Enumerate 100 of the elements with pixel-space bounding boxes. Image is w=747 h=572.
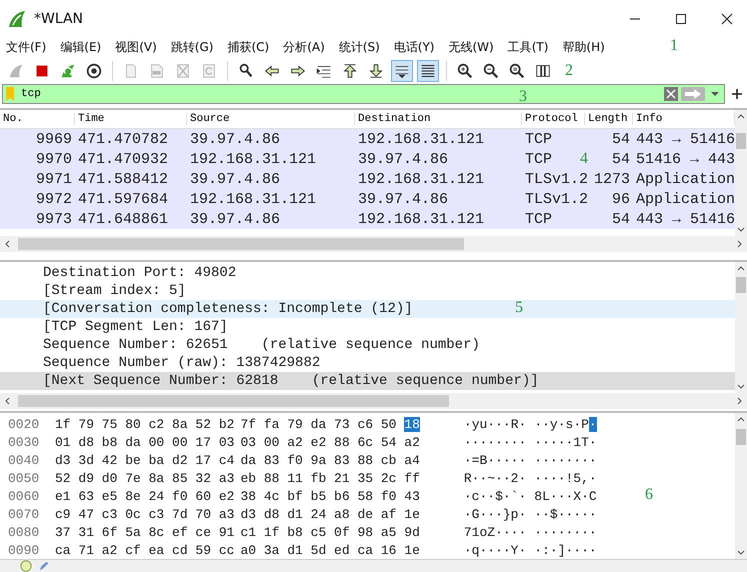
ascii-bytes[interactable]: ··$····· [534, 506, 597, 522]
status-circle-icon[interactable] [20, 560, 32, 572]
vertical-scrollbar[interactable] [735, 110, 747, 236]
hex-bytes[interactable]: c9 47 c3 0c c3 7d 70 a3 [55, 506, 234, 522]
hex-bytes[interactable]: 1f 79 75 80 c2 8a 52 b2 [55, 416, 234, 432]
ascii-bytes[interactable]: ········ [534, 452, 597, 468]
byte-offset: 0040 [7, 452, 40, 468]
detail-row[interactable]: [Stream index: 5] [0, 282, 735, 300]
hex-bytes[interactable]: d3 d8 d1 24 a8 de af 1e [240, 506, 420, 522]
add-icon[interactable] [731, 88, 743, 100]
scroll-thumb[interactable] [18, 395, 450, 408]
ascii-bytes[interactable]: ····!5,· [534, 470, 597, 486]
detail-text: [Conversation completeness: Incomplete (12)] [43, 300, 413, 317]
detail-row[interactable]: Sequence Number (raw): 1387429882 [0, 354, 735, 372]
hex-bytes[interactable]: 37 31 6f 5a 8c ef ce 91 [55, 524, 234, 540]
scroll-thumb[interactable] [18, 238, 464, 250]
scroll-thumb[interactable] [736, 429, 746, 446]
menu-item[interactable]: 编辑(E) [60, 38, 102, 56]
column-header[interactable]: Time [75, 113, 187, 126]
menu-item[interactable]: 工具(T) [508, 38, 548, 56]
annotation-number: 5 [515, 298, 523, 317]
vertical-scrollbar[interactable] [735, 262, 747, 394]
vertical-scrollbar[interactable] [735, 413, 747, 560]
detail-text: Destination Port: 49802 [43, 264, 236, 281]
ascii-bytes[interactable]: R··~··2· [464, 470, 526, 486]
edit-icon[interactable] [38, 560, 50, 572]
column-header[interactable]: Length [585, 113, 633, 126]
detail-row[interactable]: Sequence Number: 62651 (relative sequence number) [0, 336, 735, 354]
packet-row[interactable]: 9973 471.648861 39.97.4.86 192.168.31.121 TCP 54 443 → 51416 [0, 209, 735, 230]
maximize-button[interactable] [675, 12, 687, 25]
clear-icon[interactable] [664, 87, 678, 102]
menu-item[interactable]: 电话(Y) [394, 38, 434, 56]
byte-offset: 0060 [7, 488, 40, 504]
close-button[interactable] [721, 12, 733, 25]
horizontal-scrollbar[interactable] [0, 393, 747, 410]
annotation-number: 6 [645, 486, 653, 504]
packet-row[interactable]: 9969 471.470782 39.97.4.86 192.168.31.121 TCP 54 443 → 51416 [0, 129, 735, 150]
ascii-bytes[interactable]: ·:·]···· [534, 542, 597, 558]
hex-bytes[interactable]: eb 88 11 fb 21 35 2c ff [240, 470, 420, 486]
detail-row[interactable]: [Conversation completeness: Incomplete (12)] 5 [0, 300, 735, 318]
hex-bytes[interactable]: 01 d8 b8 da 00 00 17 03 [55, 434, 234, 450]
menu-item[interactable]: 帮助(H) [562, 38, 605, 56]
byte-offset: 0080 [7, 524, 40, 540]
ascii-bytes[interactable]: 8L···X·C [534, 488, 597, 504]
column-header[interactable]: No. [0, 113, 75, 126]
selected-byte[interactable]: 18 [404, 416, 420, 432]
hex-bytes[interactable]: a0 3a d1 5d ed ca 16 1e [240, 542, 420, 558]
detail-row[interactable]: [Next Sequence Number: 62818 (relative sequence number)] [0, 372, 735, 390]
hex-bytes[interactable]: ca 71 a2 cf ea cd 59 cc [55, 542, 234, 558]
ascii-bytes[interactable]: ·c··$·`· [464, 488, 526, 504]
hex-bytes[interactable]: c1 1f b8 c5 0f 98 a5 9d [240, 524, 420, 540]
hex-bytes[interactable]: 52 d9 d0 7e 8a 85 32 a3 [55, 470, 234, 486]
byte-offset: 0070 [7, 506, 40, 522]
scroll-thumb[interactable] [736, 133, 746, 149]
hex-bytes[interactable]: d3 3d 42 be ba d2 17 c4 [55, 452, 234, 468]
ascii-bytes[interactable]: ·=B····· [464, 452, 526, 468]
ascii-bytes[interactable]: ·G···}p· [464, 506, 526, 522]
ascii-bytes[interactable]: ·q····Y· [464, 542, 526, 558]
packet-row[interactable]: 9972 471.597684 192.168.31.121 39.97.4.86 TLSv1.2 96 Application [0, 189, 735, 210]
column-header[interactable]: Destination [355, 113, 522, 126]
menu-item[interactable]: 视图(V) [115, 38, 157, 56]
ascii-bytes[interactable]: ········ [534, 524, 597, 540]
menu-item[interactable]: 跳转(G) [170, 38, 214, 56]
menu-item[interactable]: 无线(W) [448, 38, 494, 56]
hex-bytes[interactable]: e1 63 e5 8e 24 f0 60 e2 [55, 488, 234, 504]
menu-item[interactable]: 分析(A) [283, 38, 325, 56]
menu-item[interactable]: 文件(F) [6, 38, 46, 56]
column-header[interactable]: Protocol [522, 113, 585, 126]
detail-text: Sequence Number: 62651 (relative sequence number) [43, 336, 480, 353]
horizontal-scrollbar[interactable] [0, 236, 747, 252]
hex-bytes[interactable]: 7f fa 79 da 73 c6 50 18 [240, 416, 420, 432]
hex-bytes[interactable]: da 83 f0 9a 83 88 cb a4 [240, 452, 420, 468]
annotation-number: 1 [670, 37, 678, 55]
detail-text: [Stream index: 5] [43, 282, 186, 299]
annotation-number: 4 [580, 150, 588, 168]
byte-offset: 0020 [7, 416, 40, 432]
ascii-bytes[interactable]: ·yu···R· [464, 416, 526, 432]
byte-offset: 0050 [7, 470, 40, 486]
scroll-thumb[interactable] [736, 276, 746, 293]
window-title: *WLAN [34, 10, 84, 27]
annotation-number: 2 [565, 62, 573, 80]
hex-bytes[interactable]: 03 00 a2 e2 88 6c 54 a2 [240, 434, 420, 450]
filter-field[interactable]: tcp [17, 88, 445, 100]
packet-row[interactable]: 9971 471.588412 39.97.4.86 192.168.31.121 TLSv1.2 1273 Application [0, 169, 735, 190]
byte-offset: 0030 [7, 434, 40, 450]
detail-row[interactable]: [TCP Segment Len: 167] [0, 318, 735, 336]
selected-char[interactable]: · [588, 416, 597, 432]
detail-row[interactable]: Destination Port: 49802 [0, 264, 735, 282]
hex-bytes[interactable]: 38 4c bf b5 b6 58 f0 43 [240, 488, 420, 504]
ascii-bytes[interactable]: ·····1T· [534, 434, 597, 450]
byte-offset: 0090 [7, 542, 40, 558]
menu-item[interactable]: 统计(S) [338, 38, 380, 56]
ascii-bytes[interactable]: 71oZ···· [464, 524, 526, 540]
menu-item[interactable]: 捕获(C) [227, 38, 270, 56]
shark-fin-icon [7, 8, 27, 29]
ascii-bytes[interactable]: ··y·s·P· [534, 416, 597, 432]
detail-text: [Next Sequence Number: 62818 (relative sequence number)] [43, 372, 539, 389]
column-header[interactable]: Source [187, 113, 355, 126]
ascii-bytes[interactable]: ········ [464, 434, 526, 450]
annotation-number: 3 [519, 88, 527, 106]
